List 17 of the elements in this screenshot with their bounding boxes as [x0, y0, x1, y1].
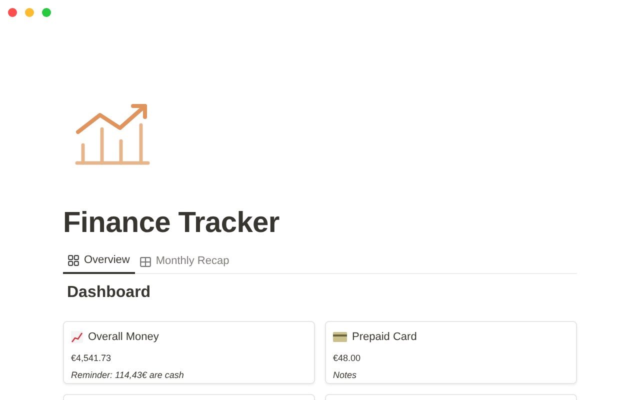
dashboard-card[interactable]: Prepaid Card €48.00 Notes	[325, 321, 577, 384]
growth-chart-icon	[75, 103, 152, 166]
card-title: Prepaid Card	[352, 330, 417, 345]
section-heading: Dashboard	[67, 283, 152, 303]
view-tab[interactable]: Overview	[63, 249, 135, 274]
credit-card-icon	[333, 332, 347, 342]
view-tab[interactable]: Monthly Recap	[134, 249, 234, 274]
dashboard-card[interactable]: Overall Money €4,541.73 Reminder: 114,43€ are cash	[63, 321, 315, 384]
table-icon	[140, 256, 151, 266]
card-amount: €4,541.73	[71, 352, 112, 364]
card-title: Overall Money	[88, 330, 159, 345]
card-note: Reminder: 114,43€ are cash	[71, 369, 185, 382]
page-title: Finance Tracker	[63, 206, 280, 241]
chart-icon	[71, 331, 83, 344]
card-note: Notes	[333, 369, 358, 382]
card-amount: €48.00	[333, 352, 362, 364]
grid-icon	[68, 255, 79, 266]
